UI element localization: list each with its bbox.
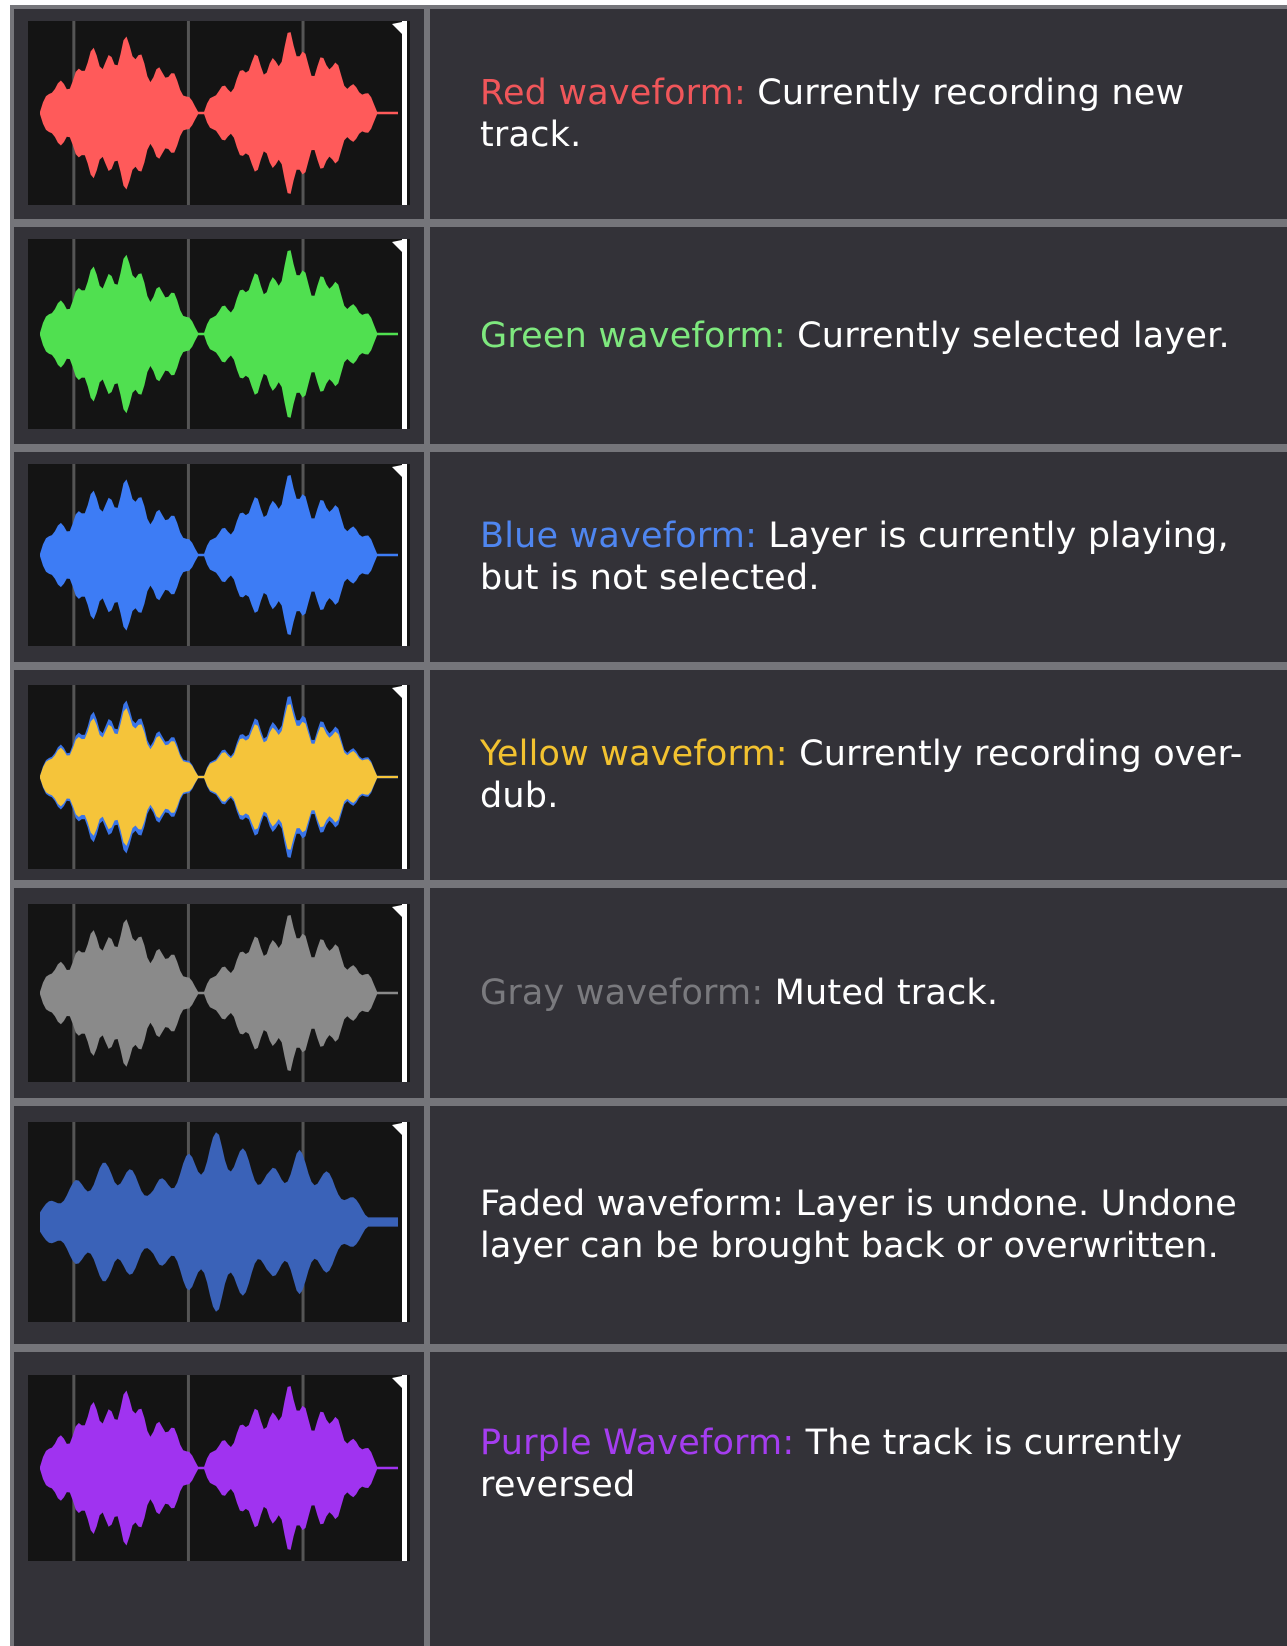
waveform-shape xyxy=(40,250,398,418)
waveform-image-cell xyxy=(14,888,424,1098)
legend-row-blue: Blue waveform: Layer is currently playin… xyxy=(10,448,1287,666)
playhead-flag xyxy=(392,239,407,257)
row-description: Faded waveform: Layer is undone. Undone … xyxy=(480,1183,1287,1267)
description-cell: Gray waveform: Muted track. xyxy=(430,888,1287,1098)
row-description: Gray waveform: Muted track. xyxy=(480,972,1038,1014)
waveform-image-cell xyxy=(14,227,424,444)
playhead-marker xyxy=(402,904,407,1082)
legend-row-faded: Faded waveform: Layer is undone. Undone … xyxy=(10,1102,1287,1348)
description-text: Currently selected layer. xyxy=(785,315,1230,356)
green-waveform-icon xyxy=(28,239,410,429)
blue-waveform-icon xyxy=(28,464,410,646)
playhead-flag xyxy=(392,464,407,482)
waveform-image-cell xyxy=(14,452,424,662)
waveform-shape xyxy=(40,1386,398,1550)
description-cell: Blue waveform: Layer is currently playin… xyxy=(430,452,1287,662)
waveform-graphic xyxy=(40,239,407,429)
red-waveform-icon xyxy=(28,21,410,205)
description-cell: Green waveform: Currently selected layer… xyxy=(430,227,1287,444)
waveform-shape xyxy=(40,32,398,194)
legend-row-green: Green waveform: Currently selected layer… xyxy=(10,223,1287,448)
gray-waveform-icon xyxy=(28,904,410,1082)
waveform-image-cell xyxy=(14,1106,424,1344)
color-label: Red waveform: xyxy=(480,73,746,113)
description-text: Muted track. xyxy=(763,973,999,1013)
playhead-flag xyxy=(392,21,407,39)
row-description: Purple Waveform: The track is currently … xyxy=(480,1422,1287,1506)
playhead-flag xyxy=(392,685,407,703)
description-text: Faded waveform: Layer is undone. Undone … xyxy=(480,1184,1238,1266)
row-description: Blue waveform: Layer is currently playin… xyxy=(480,515,1287,599)
color-label: Gray waveform: xyxy=(480,973,764,1013)
color-label: Blue waveform: xyxy=(480,516,758,556)
waveform-shape xyxy=(40,1132,398,1312)
legend-row-purple: Purple Waveform: The track is currently … xyxy=(10,1348,1287,1646)
waveform-image-cell xyxy=(14,9,424,219)
waveform-shape xyxy=(40,704,398,850)
playhead-marker xyxy=(402,1375,407,1561)
playhead-marker xyxy=(402,685,407,869)
legend-row-gray: Gray waveform: Muted track. xyxy=(10,884,1287,1102)
color-label: Yellow waveform: xyxy=(480,734,788,774)
waveform-graphic xyxy=(40,685,407,869)
description-cell: Yellow waveform: Currently recording ove… xyxy=(430,670,1287,880)
playhead-marker xyxy=(402,1122,407,1322)
legend-row-yellow: Yellow waveform: Currently recording ove… xyxy=(10,666,1287,884)
waveform-legend-table: Red waveform: Currently recording new tr… xyxy=(10,5,1287,1646)
waveform-image-cell xyxy=(14,670,424,880)
waveform-graphic xyxy=(40,464,407,646)
playhead-marker xyxy=(402,21,407,205)
description-cell: Red waveform: Currently recording new tr… xyxy=(430,9,1287,219)
waveform-shape xyxy=(40,915,398,1071)
color-label: Purple Waveform: xyxy=(480,1423,795,1463)
yellow-waveform-icon xyxy=(28,685,410,869)
row-description: Red waveform: Currently recording new tr… xyxy=(480,72,1287,156)
row-description: Yellow waveform: Currently recording ove… xyxy=(480,733,1287,817)
row-description: Green waveform: Currently selected layer… xyxy=(480,315,1270,357)
description-cell: Faded waveform: Layer is undone. Undone … xyxy=(430,1106,1287,1344)
description-cell: Purple Waveform: The track is currently … xyxy=(430,1352,1287,1646)
faded-waveform-icon xyxy=(28,1122,410,1322)
waveform-shape xyxy=(40,475,398,635)
playhead-flag xyxy=(392,904,407,922)
waveform-image-cell xyxy=(14,1352,424,1646)
waveform-graphic xyxy=(40,904,407,1082)
playhead-flag xyxy=(392,1122,407,1140)
playhead-marker xyxy=(402,239,407,429)
color-label: Green waveform: xyxy=(480,315,786,356)
playhead-marker xyxy=(402,464,407,646)
waveform-graphic xyxy=(40,21,407,205)
waveform-graphic xyxy=(40,1122,407,1322)
legend-row-red: Red waveform: Currently recording new tr… xyxy=(10,5,1287,223)
playhead-flag xyxy=(392,1375,407,1393)
waveform-graphic xyxy=(40,1375,407,1561)
purple-waveform-icon xyxy=(28,1375,410,1561)
